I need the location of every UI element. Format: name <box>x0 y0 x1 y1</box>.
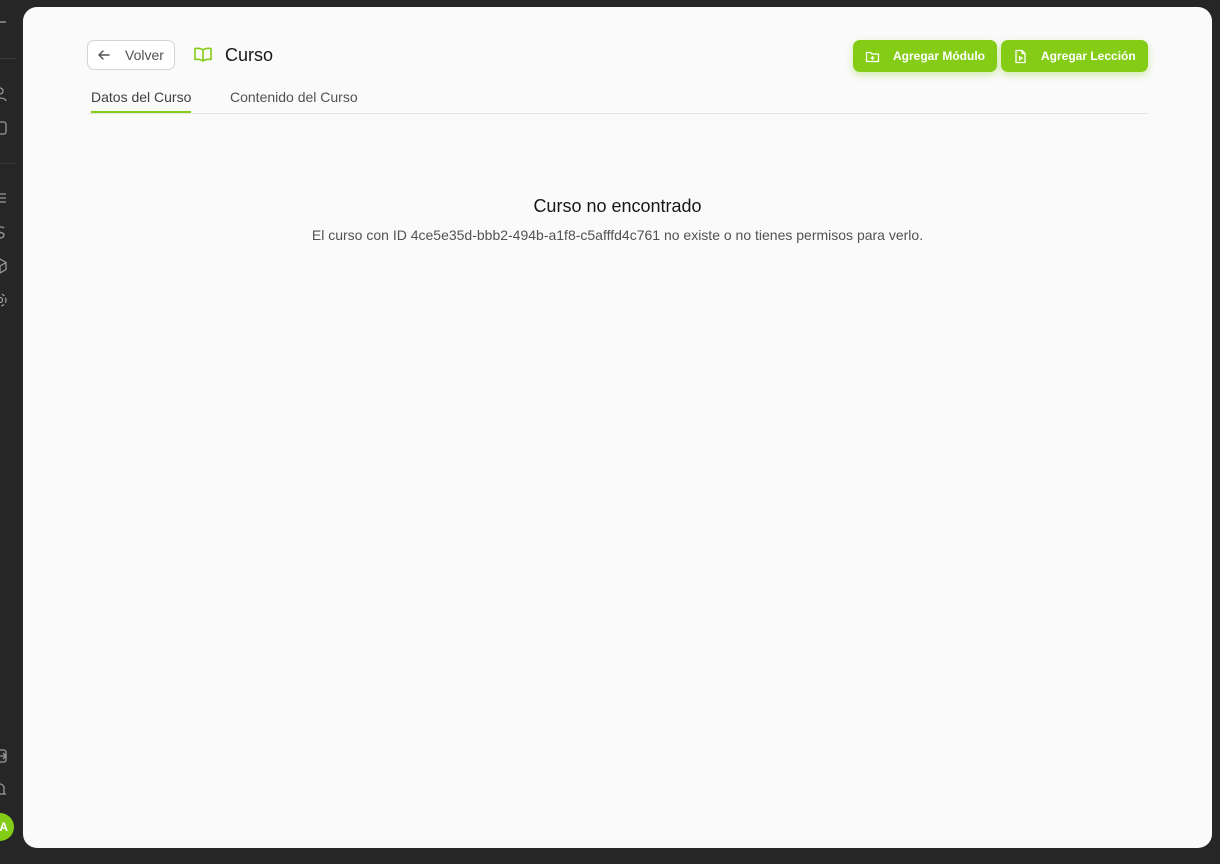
main-card: Volver Curso Agregar Módulo Agregar Lecc… <box>23 7 1212 848</box>
back-button[interactable]: Volver <box>87 40 175 70</box>
collapse-icon[interactable] <box>0 14 8 30</box>
users-icon[interactable] <box>0 86 8 102</box>
add-lesson-label: Agregar Lección <box>1041 49 1136 63</box>
cube-icon[interactable] <box>0 258 8 274</box>
bell-icon[interactable] <box>0 781 8 797</box>
page-title: Curso <box>225 44 274 65</box>
tab-course-content[interactable]: Contenido del Curso <box>230 89 358 111</box>
empty-state-title: Curso no encontrado <box>533 196 702 216</box>
export-icon[interactable] <box>0 748 8 764</box>
tab-course-data[interactable]: Datos del Curso <box>91 89 192 113</box>
avatar-initial: A <box>0 820 8 834</box>
sidebar-divider <box>0 58 16 59</box>
sidebar-divider <box>0 163 16 164</box>
empty-state-message: El curso con ID 4ce5e35d-bbb2-494b-a1f8-… <box>311 227 924 243</box>
add-module-button[interactable]: Agregar Módulo <box>853 40 997 72</box>
book-open-icon <box>194 47 212 62</box>
dollar-icon[interactable] <box>0 224 8 240</box>
avatar[interactable]: A <box>0 813 14 841</box>
add-lesson-button[interactable]: Agregar Lección <box>1001 40 1148 72</box>
page-header: Curso <box>193 43 273 67</box>
file-play-icon <box>1015 49 1026 63</box>
tab-bar: Datos del Curso Contenido del Curso <box>87 87 1148 114</box>
list-icon[interactable] <box>0 190 8 206</box>
arrow-left-icon <box>98 50 110 60</box>
add-module-label: Agregar Módulo <box>893 49 985 63</box>
folder-plus-icon <box>865 51 880 62</box>
settings-icon[interactable] <box>0 292 8 308</box>
square-icon[interactable] <box>0 120 8 136</box>
back-button-label: Volver <box>125 47 164 63</box>
sidebar: A <box>0 0 22 864</box>
